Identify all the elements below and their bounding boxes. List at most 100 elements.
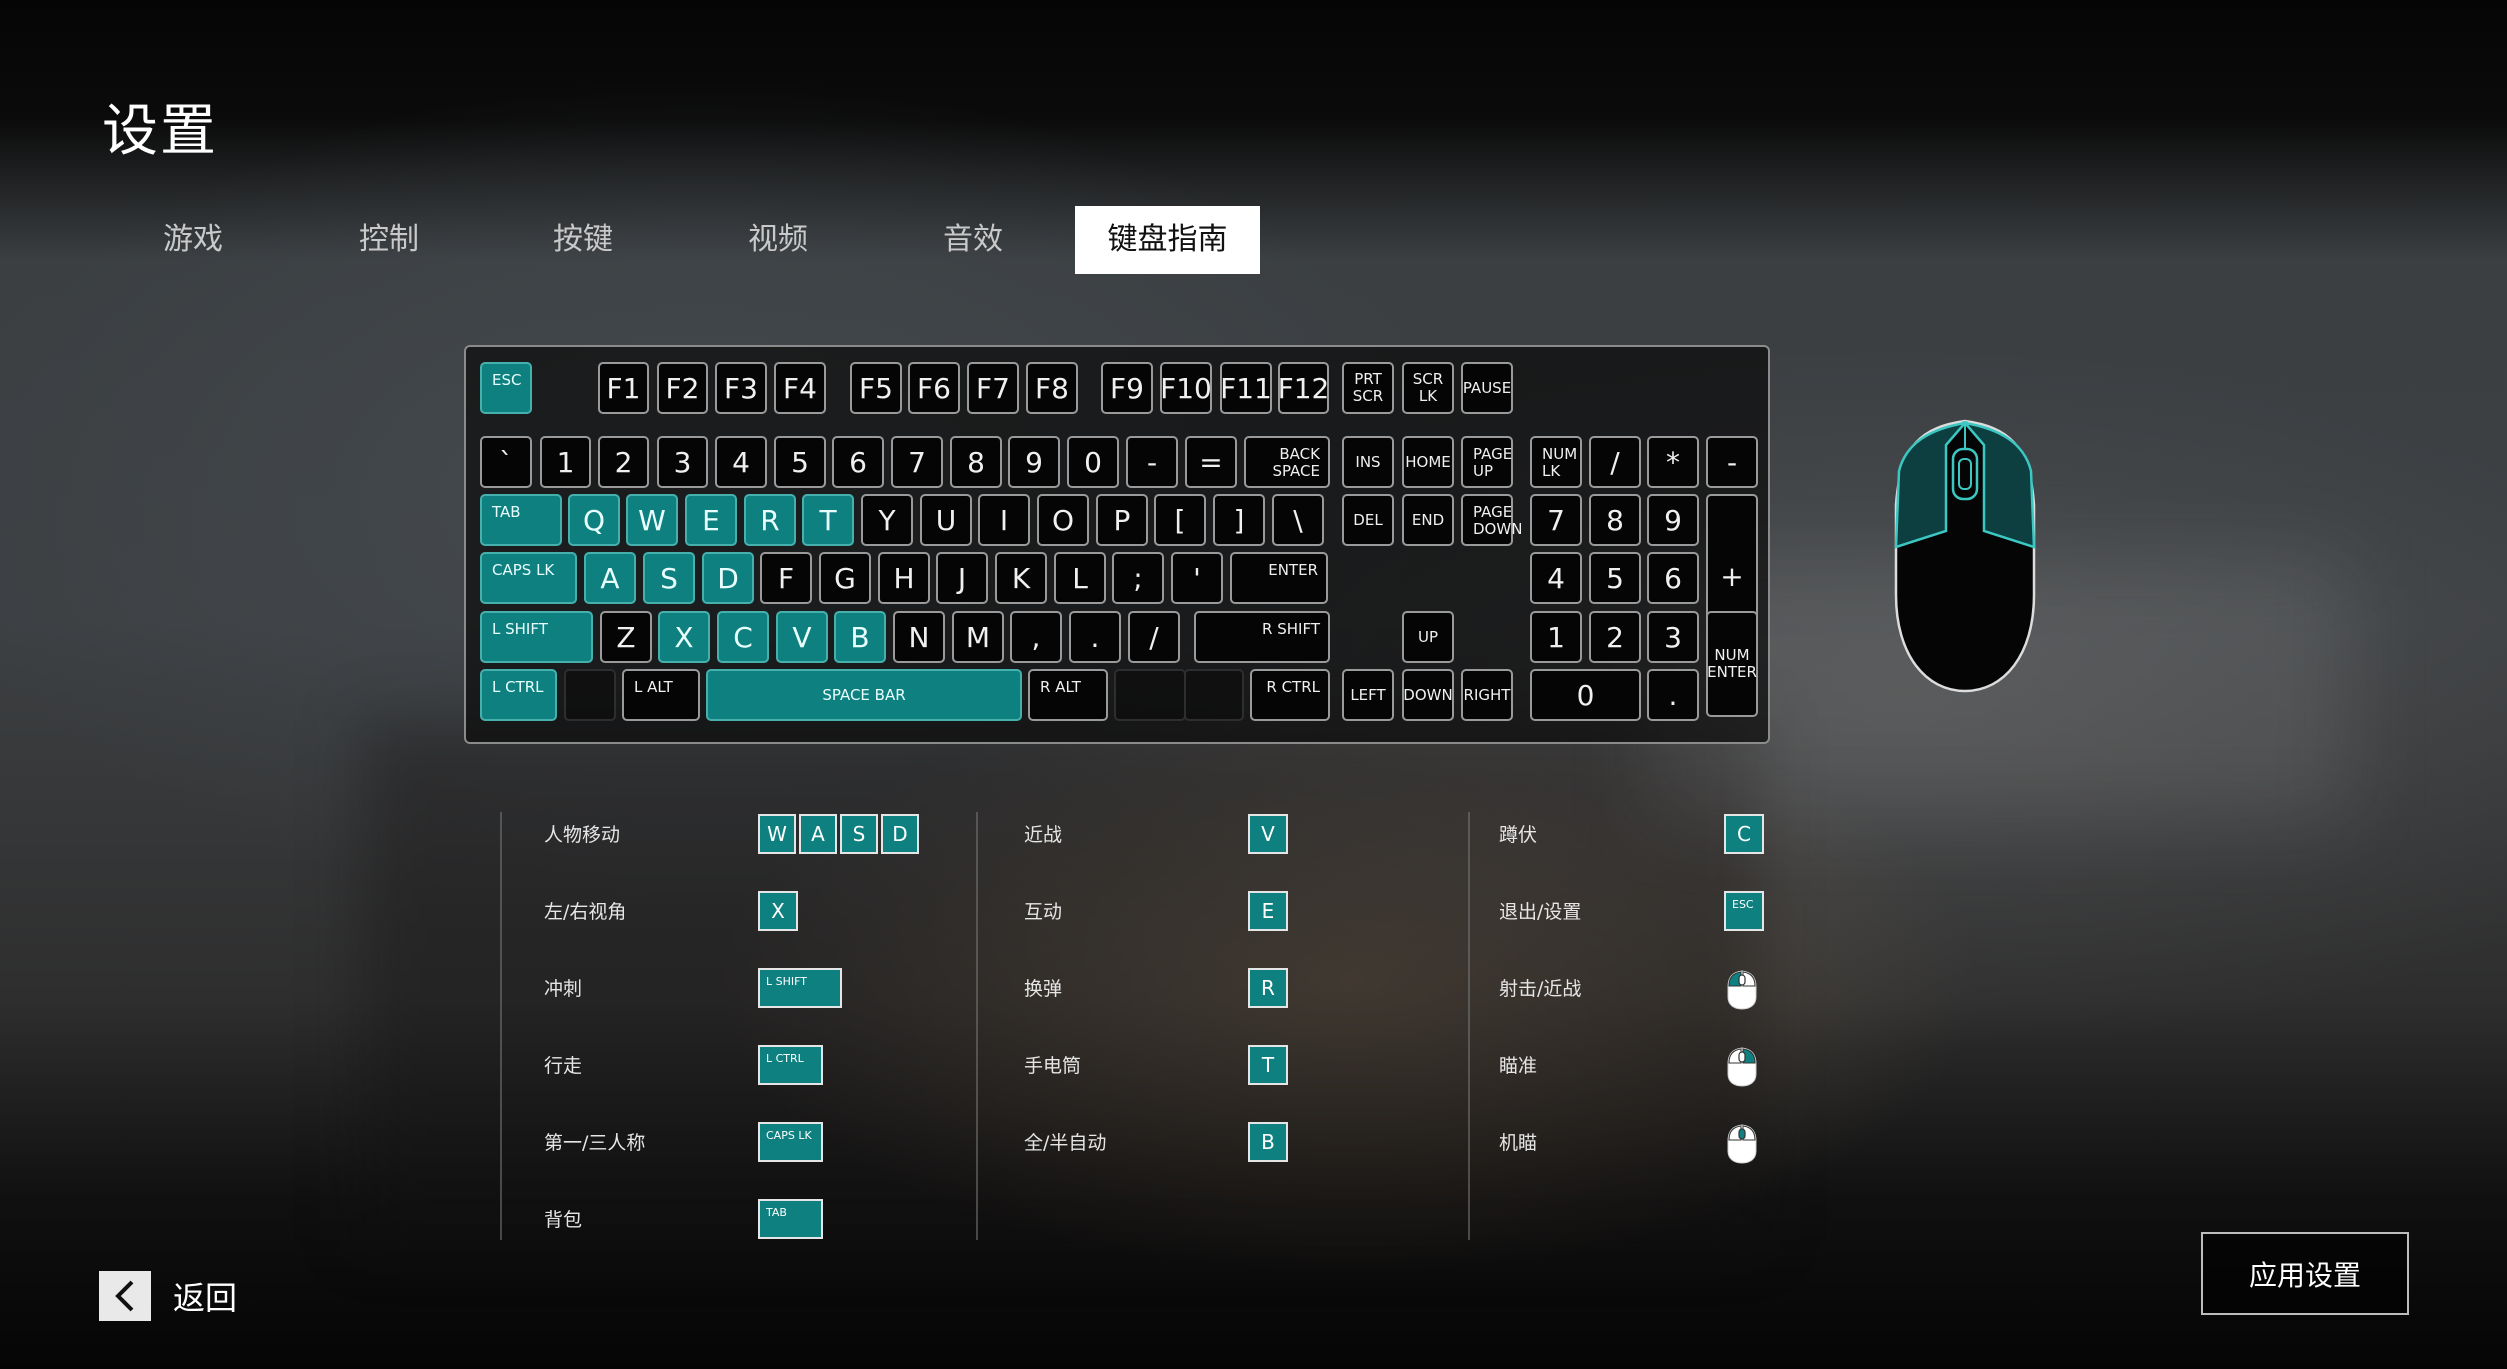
key-f: F bbox=[760, 552, 812, 604]
back-label: 返回 bbox=[173, 1279, 238, 1317]
key-num-lk: NUM LK bbox=[1530, 436, 1582, 488]
mouse-diagram-icon bbox=[1894, 419, 2036, 693]
guide-row: 机瞄 bbox=[1499, 1122, 1859, 1164]
key-0: 0 bbox=[1067, 436, 1119, 488]
guide-row: 全/半自动 B bbox=[1024, 1122, 1384, 1164]
guide-key-group: WASD bbox=[758, 814, 919, 856]
guide-key-v: V bbox=[1248, 814, 1288, 854]
key-c: C bbox=[717, 611, 769, 663]
key-asterisk: * bbox=[1647, 436, 1699, 488]
guide-key-tab: TAB bbox=[758, 1199, 823, 1239]
guide-key-group: L SHIFT bbox=[758, 968, 842, 1010]
guide-row: 背包 TAB bbox=[544, 1199, 904, 1241]
guide-key-group bbox=[1724, 1122, 1760, 1164]
tab-video[interactable]: 视频 bbox=[715, 206, 841, 274]
key-caps-lk: CAPS LK bbox=[480, 552, 577, 604]
key-q: Q bbox=[568, 494, 620, 546]
key-4: 4 bbox=[715, 436, 767, 488]
key-semicolon: ; bbox=[1112, 552, 1164, 604]
guide-action-label: 背包 bbox=[544, 1209, 583, 1231]
key-8: 8 bbox=[950, 436, 1002, 488]
key-home: HOME bbox=[1402, 436, 1454, 488]
mouse-middle-click-icon bbox=[1724, 1122, 1760, 1166]
guide-key-t: T bbox=[1248, 1045, 1288, 1085]
key-minus: - bbox=[1706, 436, 1758, 488]
mouse-left-click-icon bbox=[1724, 968, 1760, 1012]
key-j: J bbox=[936, 552, 988, 604]
key-y: Y bbox=[861, 494, 913, 546]
key-9: 9 bbox=[1008, 436, 1060, 488]
guide-key-c: C bbox=[1724, 814, 1764, 854]
key-back-space: BACK SPACE bbox=[1244, 436, 1330, 488]
guide-key-e: E bbox=[1248, 891, 1288, 931]
mouse-right-click-icon bbox=[1724, 1045, 1760, 1089]
tab-keybindings[interactable]: 按键 bbox=[520, 206, 646, 274]
key-r: R bbox=[744, 494, 796, 546]
tab-game[interactable]: 游戏 bbox=[130, 206, 256, 274]
guide-key-l-ctrl: L CTRL bbox=[758, 1045, 823, 1085]
key-6: 6 bbox=[1647, 552, 1699, 604]
key-f4: F4 bbox=[774, 362, 826, 414]
key-blank bbox=[564, 669, 616, 721]
key-1: 1 bbox=[1530, 611, 1582, 663]
guide-action-label: 射击/近战 bbox=[1499, 978, 1582, 1000]
key-f1: F1 bbox=[598, 362, 649, 414]
key-page-down: PAGE DOWN bbox=[1461, 494, 1522, 546]
guide-row: 蹲伏 C bbox=[1499, 814, 1859, 856]
key-o: O bbox=[1037, 494, 1089, 546]
key-f7: F7 bbox=[967, 362, 1019, 414]
key-f3: F3 bbox=[715, 362, 767, 414]
guide-row: 行走 L CTRL bbox=[544, 1045, 904, 1087]
key-space-bar: SPACE BAR bbox=[706, 669, 1022, 721]
key-pause: PAUSE bbox=[1461, 362, 1513, 414]
tab-controls[interactable]: 控制 bbox=[326, 206, 452, 274]
key-l: L bbox=[1054, 552, 1106, 604]
guide-action-label: 全/半自动 bbox=[1024, 1132, 1107, 1154]
key-6: 6 bbox=[832, 436, 884, 488]
column-divider bbox=[976, 812, 978, 1240]
key-slash: / bbox=[1128, 611, 1180, 663]
back-button[interactable]: 返回 bbox=[99, 1270, 237, 1322]
guide-row: 互动 E bbox=[1024, 891, 1384, 933]
key-esc: ESC bbox=[480, 362, 532, 414]
key-r-alt: R ALT bbox=[1028, 669, 1108, 721]
controls-guide: 人物移动 W A S D 左/右视角 X 冲刺 L SHIFT 行走 L CTRL 第一/三人称 CAP… bbox=[500, 812, 1784, 1242]
guide-action-label: 瞄准 bbox=[1499, 1055, 1538, 1077]
key-0: 0 bbox=[1530, 669, 1641, 721]
column-divider bbox=[500, 812, 502, 1240]
key-page-up: PAGE UP bbox=[1461, 436, 1513, 488]
guide-action-label: 左/右视角 bbox=[544, 901, 627, 923]
key-t: T bbox=[802, 494, 854, 546]
key-l-ctrl: L CTRL bbox=[480, 669, 557, 721]
tab-keyboard-guide[interactable]: 键盘指南 bbox=[1075, 206, 1260, 274]
apply-settings-button[interactable]: 应用设置 bbox=[2201, 1232, 2409, 1315]
guide-key-group: L CTRL bbox=[758, 1045, 823, 1087]
guide-row: 手电筒 T bbox=[1024, 1045, 1384, 1087]
key-f12: F12 bbox=[1278, 362, 1329, 414]
key-down: DOWN bbox=[1402, 669, 1454, 721]
guide-row: 换弹 R bbox=[1024, 968, 1384, 1010]
key-w: W bbox=[626, 494, 678, 546]
key-3: 3 bbox=[657, 436, 708, 488]
guide-key-group: ESC bbox=[1724, 891, 1764, 933]
key-period: . bbox=[1647, 669, 1699, 721]
key-7: 7 bbox=[1530, 494, 1582, 546]
key-3: 3 bbox=[1647, 611, 1699, 663]
guide-key-group: E bbox=[1248, 891, 1288, 933]
key-r-ctrl: R CTRL bbox=[1250, 669, 1330, 721]
guide-action-label: 蹲伏 bbox=[1499, 824, 1538, 846]
key-blank bbox=[1114, 669, 1186, 721]
guide-key-group: X bbox=[758, 891, 798, 933]
key-f9: F9 bbox=[1101, 362, 1153, 414]
guide-key-w: W bbox=[758, 814, 796, 854]
guide-key-group: TAB bbox=[758, 1199, 823, 1241]
key-5: 5 bbox=[774, 436, 826, 488]
tab-audio[interactable]: 音效 bbox=[910, 206, 1036, 274]
key-equals: = bbox=[1185, 436, 1237, 488]
guide-action-label: 行走 bbox=[544, 1055, 583, 1077]
chevron-left-icon bbox=[99, 1271, 151, 1321]
guide-action-label: 换弹 bbox=[1024, 978, 1063, 1000]
key-s: S bbox=[643, 552, 695, 604]
key-tab: TAB bbox=[480, 494, 562, 546]
key-backtick: ` bbox=[480, 436, 532, 488]
